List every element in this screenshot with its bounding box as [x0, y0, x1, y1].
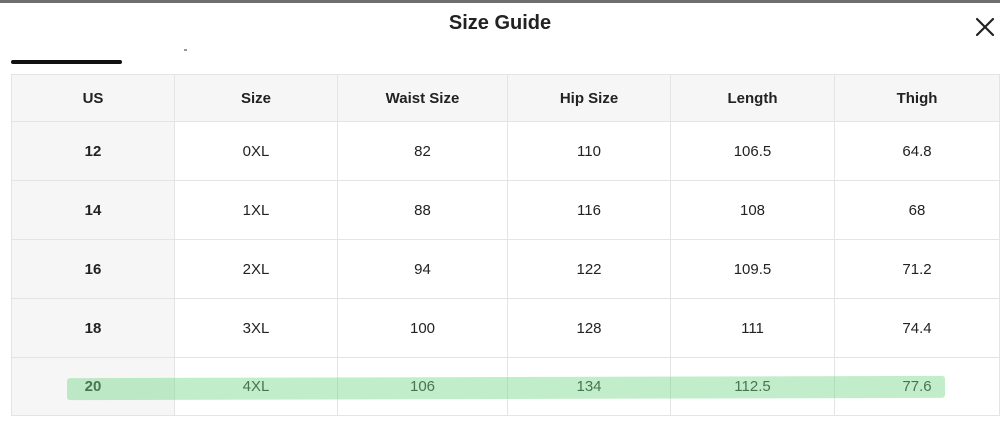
- cell-length: 112.5: [670, 357, 835, 416]
- cell-waist: 88: [337, 180, 508, 240]
- close-button[interactable]: [974, 16, 996, 38]
- cell-us: 12: [11, 121, 175, 181]
- cell-thigh: 71.2: [834, 239, 1000, 299]
- cell-us: 18: [11, 298, 175, 358]
- cell-us: 20: [11, 357, 175, 416]
- header-thigh: Thigh: [834, 74, 1000, 122]
- table-row-highlighted: 20 4XL 106 134 112.5 77.6: [11, 357, 1000, 416]
- cell-waist: 94: [337, 239, 508, 299]
- table-row: 16 2XL 94 122 109.5 71.2: [11, 239, 1000, 299]
- table-header-row: US Size Waist Size Hip Size Length Thigh: [11, 74, 1000, 122]
- cell-hip: 134: [507, 357, 671, 416]
- cell-size: 3XL: [174, 298, 338, 358]
- header-length: Length: [670, 74, 835, 122]
- cell-thigh: 68: [834, 180, 1000, 240]
- cell-hip: 128: [507, 298, 671, 358]
- cell-us: 16: [11, 239, 175, 299]
- dialog-title: Size Guide: [448, 12, 552, 34]
- cell-hip: 116: [507, 180, 671, 240]
- cell-length: 111: [670, 298, 835, 358]
- cell-thigh: 77.6: [834, 357, 1000, 416]
- cell-waist: 100: [337, 298, 508, 358]
- cell-size: 4XL: [174, 357, 338, 416]
- header-us: US: [11, 74, 175, 122]
- cell-us: 14: [11, 180, 175, 240]
- active-tab-indicator[interactable]: [11, 60, 122, 64]
- cell-hip: 110: [507, 121, 671, 181]
- cell-waist: 82: [337, 121, 508, 181]
- cell-length: 109.5: [670, 239, 835, 299]
- cell-thigh: 64.8: [834, 121, 1000, 181]
- header-waist-size: Waist Size: [337, 74, 508, 122]
- table-row: 18 3XL 100 128 111 74.4: [11, 298, 1000, 358]
- cell-size: 2XL: [174, 239, 338, 299]
- cell-size: 1XL: [174, 180, 338, 240]
- cell-size: 0XL: [174, 121, 338, 181]
- cell-length: 106.5: [670, 121, 835, 181]
- table-row: 12 0XL 82 110 106.5 64.8: [11, 121, 1000, 181]
- cell-waist: 106: [337, 357, 508, 416]
- size-table: US Size Waist Size Hip Size Length Thigh…: [11, 74, 1000, 416]
- cell-hip: 122: [507, 239, 671, 299]
- tab-separator-mark: [184, 49, 187, 51]
- size-guide-dialog: Size Guide US Size Waist Size Hip Size L…: [0, 0, 1000, 435]
- header-hip-size: Hip Size: [507, 74, 671, 122]
- close-icon: [975, 17, 995, 37]
- header-size: Size: [174, 74, 338, 122]
- dialog-top-edge: [0, 0, 1000, 3]
- cell-length: 108: [670, 180, 835, 240]
- cell-thigh: 74.4: [834, 298, 1000, 358]
- table-row: 14 1XL 88 116 108 68: [11, 180, 1000, 240]
